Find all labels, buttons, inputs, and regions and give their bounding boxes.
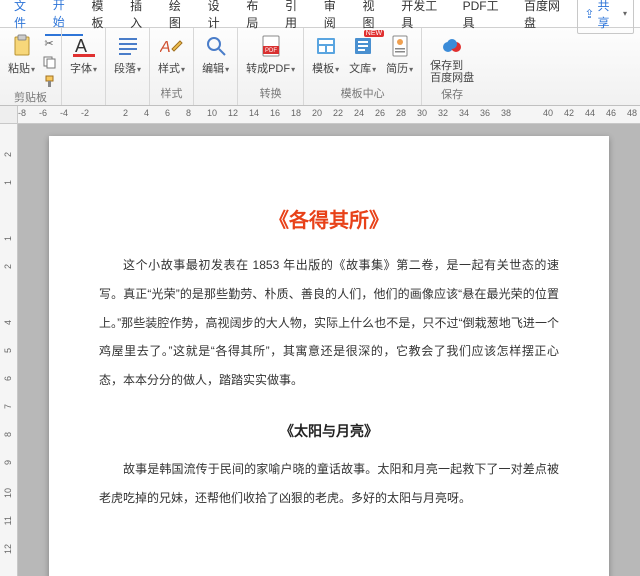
menu-bar: 文件 开始 模板 插入 绘图 设计 布局 引用 审阅 视图 开发工具 PDF工具…	[0, 0, 640, 28]
font-label: 字体	[70, 63, 92, 75]
book-icon	[351, 34, 375, 58]
tab-baidu[interactable]: 百度网盘	[516, 0, 577, 35]
save-label-1: 保存到	[430, 60, 463, 72]
convert-group-label: 转换	[260, 85, 282, 103]
styles-icon: A	[160, 34, 184, 58]
paragraph-button[interactable]: 段落▾	[110, 32, 145, 78]
font-button[interactable]: A 字体▾	[66, 32, 101, 78]
cloud-icon	[440, 34, 464, 58]
new-badge: NEW	[364, 30, 384, 37]
library-button[interactable]: NEW 文库▾	[345, 32, 380, 78]
ribbon: 粘贴▾ ✂ 剪贴板 A 字体▾ 段落▾	[0, 28, 640, 106]
paragraph-label: 段落	[114, 63, 136, 75]
clipboard-group-label: 剪贴板	[14, 89, 47, 107]
editing-button[interactable]: 编辑▾	[198, 32, 233, 78]
font-icon: A	[72, 34, 96, 58]
templates-group-label: 模板中心	[341, 85, 385, 103]
convert-pdf-button[interactable]: PDF 转成PDF▾	[242, 32, 299, 78]
paragraph-icon	[116, 34, 140, 58]
svg-text:PDF: PDF	[265, 48, 277, 54]
styles-label: 样式	[158, 63, 180, 75]
page[interactable]: 《各得其所》 这个小故事最初发表在 1853 年出版的《故事集》第二卷，是一起有…	[49, 136, 609, 576]
group-styles: A 样式▾ 样式	[150, 28, 194, 105]
share-label: 共享	[597, 0, 619, 31]
save-group-label: 保存	[441, 86, 463, 104]
doc-title-1: 《各得其所》	[99, 204, 559, 233]
paste-label: 粘贴	[8, 63, 30, 75]
doc-para-1: 这个小故事最初发表在 1853 年出版的《故事集》第二卷，是一起有关世态的速写。…	[99, 251, 559, 395]
scissors-icon: ✂	[44, 37, 53, 50]
pdf-icon: PDF	[259, 34, 283, 58]
group-templates: 模板▾ NEW 文库▾ 简历▾ 模板中心	[304, 28, 422, 105]
chevron-down-icon: ▾	[623, 9, 627, 18]
template-label: 模板	[312, 63, 334, 75]
copy-button[interactable]	[41, 54, 57, 70]
svg-text:A: A	[160, 39, 171, 56]
group-font: A 字体▾	[62, 28, 106, 105]
document-canvas[interactable]: 《各得其所》 这个小故事最初发表在 1853 年出版的《故事集》第二卷，是一起有…	[18, 124, 640, 576]
group-paragraph: 段落▾	[106, 28, 150, 105]
library-label: 文库	[349, 63, 371, 75]
save-label-2: 百度网盘	[430, 72, 474, 84]
share-icon: ⇪	[584, 7, 594, 21]
doc-para-2: 故事是韩国流传于民间的家喻户晓的童话故事。太阳和月亮一起救下了一对差点被老虎吃掉…	[99, 455, 559, 513]
convert-pdf-label: 转成PDF	[246, 63, 290, 75]
format-painter-button[interactable]	[41, 73, 57, 89]
cut-button[interactable]: ✂	[41, 35, 57, 51]
editing-label: 编辑	[202, 63, 224, 75]
ruler-corner	[0, 106, 18, 124]
paste-button[interactable]: 粘贴▾	[4, 32, 39, 78]
search-icon	[204, 34, 228, 58]
horizontal-ruler[interactable]: -8-6-4-224681012141618202224262830323436…	[0, 106, 640, 124]
styles-button[interactable]: A 样式▾	[154, 32, 189, 78]
group-save: 保存到百度网盘 保存	[422, 28, 482, 105]
clipboard-icon	[10, 34, 34, 58]
group-convert: PDF 转成PDF▾ 转换	[238, 28, 304, 105]
styles-group-label: 样式	[161, 85, 183, 103]
resume-button[interactable]: 简历▾	[382, 32, 417, 78]
resume-icon	[388, 34, 412, 58]
vertical-ruler[interactable]: 2112456789101112	[0, 124, 18, 576]
group-editing: 编辑▾	[194, 28, 238, 105]
work-area: 2112456789101112 《各得其所》 这个小故事最初发表在 1853 …	[0, 124, 640, 576]
copy-icon	[43, 56, 56, 69]
share-button[interactable]: ⇪ 共享 ▾	[577, 0, 634, 34]
brush-icon	[43, 75, 56, 88]
template-icon	[314, 34, 338, 58]
resume-label: 简历	[386, 63, 408, 75]
doc-title-2: 《太阳与月亮》	[99, 421, 559, 441]
group-clipboard: 粘贴▾ ✂ 剪贴板	[0, 28, 62, 105]
save-cloud-button[interactable]: 保存到百度网盘	[426, 32, 478, 86]
template-button[interactable]: 模板▾	[308, 32, 343, 78]
svg-text:A: A	[75, 36, 87, 56]
